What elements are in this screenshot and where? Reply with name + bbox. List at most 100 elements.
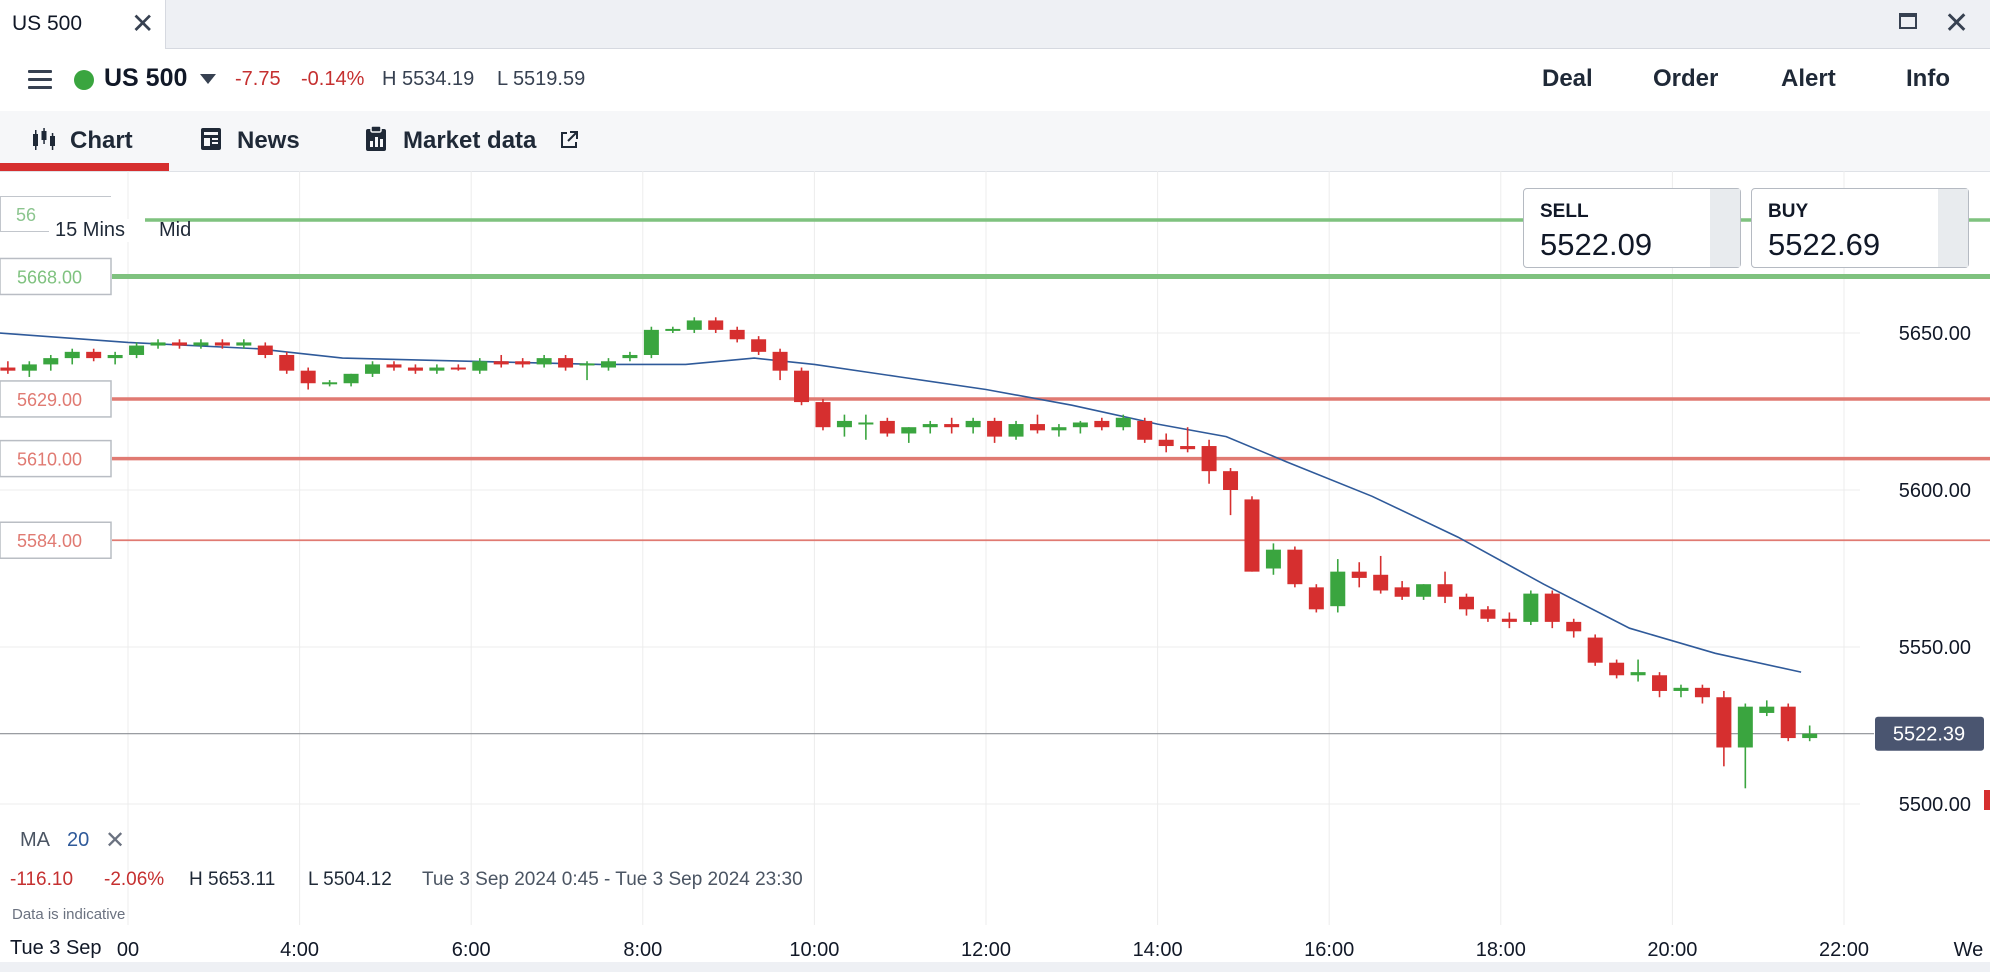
candlestick[interactable] — [1308, 584, 1324, 613]
timeframe-selector[interactable]: 15 Mins — [49, 219, 132, 242]
candle-body — [708, 320, 724, 330]
candlestick[interactable] — [1716, 690, 1732, 767]
candlestick[interactable] — [643, 326, 659, 359]
indicator-period[interactable]: 20 — [67, 829, 89, 852]
candlestick[interactable] — [858, 414, 874, 440]
candlestick[interactable] — [1759, 700, 1775, 717]
price-level-label[interactable]: 5584.00 — [0, 521, 112, 559]
candlestick[interactable] — [901, 427, 917, 443]
candlestick[interactable] — [171, 339, 187, 349]
candlestick[interactable] — [1737, 703, 1753, 789]
candlestick[interactable] — [107, 351, 123, 365]
candlestick[interactable] — [1652, 672, 1668, 698]
candlestick[interactable] — [1201, 439, 1217, 484]
candlestick[interactable] — [1416, 584, 1432, 600]
candlestick[interactable] — [279, 351, 295, 374]
candlestick[interactable] — [1223, 468, 1239, 516]
candlestick[interactable] — [686, 317, 702, 333]
candlestick[interactable] — [1523, 590, 1539, 626]
candlestick[interactable] — [21, 361, 37, 377]
candlestick[interactable] — [1501, 612, 1517, 629]
candlestick[interactable] — [622, 351, 638, 362]
candlestick[interactable] — [322, 380, 338, 387]
candlestick[interactable] — [1265, 543, 1281, 575]
candlestick[interactable] — [1051, 424, 1067, 437]
candlestick[interactable] — [1394, 581, 1410, 600]
candle-body — [686, 320, 702, 330]
candlestick[interactable] — [365, 361, 381, 377]
candlestick[interactable] — [1630, 659, 1646, 682]
candlestick[interactable] — [1244, 496, 1260, 572]
candlestick[interactable] — [708, 317, 724, 333]
candlestick[interactable] — [965, 417, 981, 434]
price-chart[interactable]: 5668.00 5629.00 5610.00 5584.00 00 4:00 6:00 8… — [0, 0, 1990, 972]
candlestick[interactable] — [43, 354, 59, 371]
sell-button[interactable]: SELL 5522.09 — [1523, 188, 1741, 268]
candlestick[interactable] — [1094, 417, 1110, 431]
candlestick[interactable] — [129, 342, 145, 359]
candlestick[interactable] — [450, 364, 466, 371]
candlestick[interactable] — [836, 414, 852, 437]
candlestick[interactable] — [1566, 618, 1582, 638]
candlestick[interactable] — [879, 417, 895, 437]
candlestick[interactable] — [1458, 593, 1474, 616]
candlestick[interactable] — [1008, 420, 1024, 440]
candle-body — [472, 361, 488, 371]
candlestick[interactable] — [600, 358, 616, 371]
candlestick[interactable] — [558, 354, 574, 371]
candlestick[interactable] — [944, 417, 960, 434]
candlestick[interactable] — [751, 336, 767, 355]
candlestick[interactable] — [86, 348, 102, 362]
candlestick[interactable] — [1480, 606, 1496, 622]
navigator-strip[interactable] — [0, 962, 1990, 972]
candlestick[interactable] — [1780, 703, 1796, 742]
range-dates: Tue 3 Sep 2024 0:45 - Tue 3 Sep 2024 23:… — [422, 869, 803, 890]
candlestick[interactable] — [665, 326, 681, 333]
candlestick[interactable] — [1673, 684, 1689, 698]
candlestick[interactable] — [257, 342, 273, 359]
candlestick[interactable] — [429, 364, 445, 374]
candlestick[interactable] — [1351, 562, 1367, 588]
candlestick[interactable] — [987, 417, 1003, 443]
candlestick[interactable] — [0, 361, 16, 374]
candlestick[interactable] — [815, 398, 831, 431]
candlestick[interactable] — [343, 373, 359, 387]
candlestick[interactable] — [1072, 420, 1088, 434]
candlestick[interactable] — [794, 367, 810, 406]
price-level-label[interactable]: 5629.00 — [0, 380, 112, 418]
price-level-label[interactable]: 5610.00 — [0, 439, 112, 478]
candlestick[interactable] — [472, 358, 488, 374]
candle-body — [558, 358, 574, 368]
candle-body — [643, 329, 659, 355]
candlestick[interactable] — [193, 339, 209, 349]
candlestick[interactable] — [536, 354, 552, 368]
candlestick[interactable] — [1137, 417, 1153, 443]
candlestick[interactable] — [515, 358, 531, 368]
candlestick[interactable] — [1544, 590, 1560, 629]
candlestick[interactable] — [64, 348, 80, 365]
candlestick[interactable] — [300, 367, 316, 390]
candlestick[interactable] — [1373, 555, 1389, 594]
candlestick[interactable] — [729, 326, 745, 343]
candlestick[interactable] — [1158, 433, 1174, 453]
candle-body — [879, 420, 895, 434]
buy-button[interactable]: BUY 5522.69 — [1751, 188, 1969, 268]
candlestick[interactable] — [922, 420, 938, 434]
candlestick[interactable] — [1609, 659, 1625, 679]
candlestick[interactable] — [386, 361, 402, 371]
remove-indicator-icon[interactable]: ✕ — [105, 826, 125, 855]
candlestick[interactable] — [493, 354, 509, 368]
candlestick[interactable] — [579, 361, 595, 381]
candlestick[interactable] — [1694, 684, 1710, 704]
candlestick[interactable] — [1587, 634, 1603, 666]
candlestick[interactable] — [1287, 546, 1303, 588]
candlestick[interactable] — [1029, 414, 1045, 434]
candlestick[interactable] — [150, 339, 166, 349]
candlestick[interactable] — [407, 364, 423, 374]
candlestick[interactable] — [1330, 559, 1346, 613]
price-type-selector[interactable]: Mid — [159, 219, 191, 242]
price-level-label[interactable]: 5668.00 — [0, 257, 112, 296]
candle-body — [450, 367, 466, 370]
candlestick[interactable] — [1437, 571, 1453, 604]
candlestick[interactable] — [772, 348, 788, 381]
